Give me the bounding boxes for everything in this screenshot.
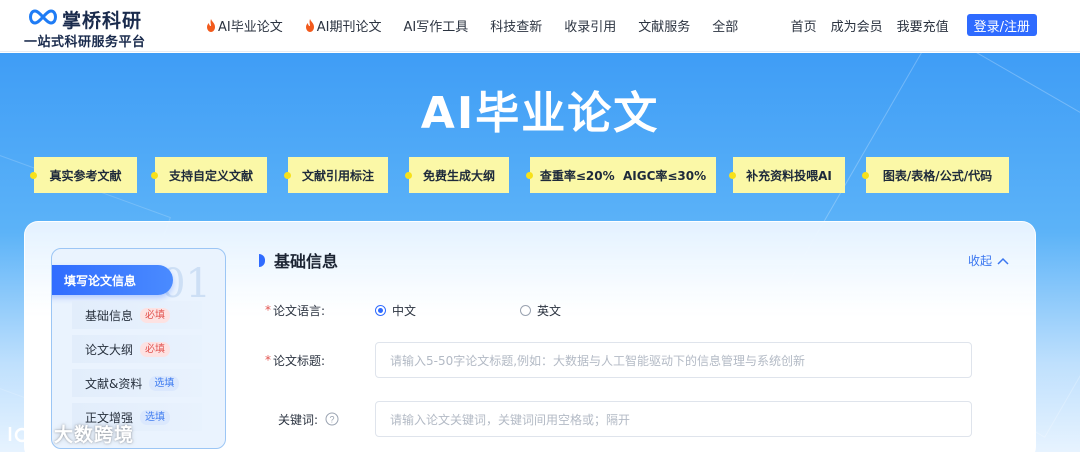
nav-label: AI期刊论文: [316, 19, 382, 35]
required-badge: 必填: [140, 307, 171, 323]
feature-tag: 图表/表格/公式/代码: [862, 157, 1009, 193]
hero-title: AI毕业论文: [420, 88, 660, 139]
bullet-dot-icon: [151, 172, 158, 179]
radio-unchecked-icon: [520, 304, 532, 316]
sidebar-item-references[interactable]: 文献&资料 选填: [72, 369, 202, 397]
top-navigation-bar: 掌桥科研 一站式科研服务平台 AI毕业论文 AI期刊论文 AI写作工具 科技查新…: [0, 0, 1080, 52]
bullet-dot-icon: [30, 172, 37, 179]
feature-tag: 真实参考文献: [30, 157, 137, 193]
bullet-dot-icon: [405, 172, 412, 179]
section-marker-icon: [259, 253, 265, 267]
infinity-logo-icon: [29, 9, 57, 25]
keywords-input[interactable]: 请输入论文关键词，关键词间用空格或；隔开: [375, 401, 972, 437]
title-row: * 论文标题: 请输入5-50字论文标题,例如：大数据与人工智能驱动下的信息管理…: [265, 342, 972, 378]
sidebar-item-outline[interactable]: 论文大纲 必填: [72, 335, 202, 363]
brand-name: 掌桥科研: [62, 10, 143, 32]
fire-icon: [305, 18, 314, 32]
main-nav: AI毕业论文 AI期刊论文 AI写作工具 科技查新 收录引用 文献服务 全部: [206, 14, 760, 36]
feature-tag: 文献引用标注: [284, 157, 388, 193]
bullet-dot-icon: [526, 172, 533, 179]
nav-item-all[interactable]: 全部: [712, 16, 738, 35]
language-option-chinese[interactable]: 中文: [375, 302, 416, 319]
nav-item-ai-thesis[interactable]: AI毕业论文: [206, 16, 283, 35]
brand-slogan: 一站式科研服务平台: [24, 35, 146, 50]
optional-badge: 选填: [140, 409, 171, 425]
login-register-button[interactable]: 登录/注册: [966, 14, 1037, 36]
chevron-up-icon: [997, 257, 1009, 265]
section-header: 基础信息: [259, 248, 338, 272]
feature-tag: 免费生成大纲: [405, 157, 509, 193]
title-label: * 论文标题:: [265, 353, 326, 368]
language-label: * 论文语言:: [265, 303, 326, 318]
language-row: * 论文语言: 中文 英文: [265, 292, 665, 328]
thesis-form-card: 01 填写论文信息 基础信息 必填 论文大纲 必填 文献&资料 选填 正文增强 …: [24, 221, 1036, 452]
hero-banner: AI毕业论文 真实参考文献 支持自定义文献 文献引用标注 免费生成大纲 查重率≤…: [0, 53, 1080, 452]
step-sidebar: 01 填写论文信息 基础信息 必填 论文大纲 必填 文献&资料 选填 正文增强 …: [51, 248, 226, 449]
required-star: *: [265, 353, 271, 367]
watermark-text: 大数跨境: [54, 424, 135, 446]
bullet-dot-icon: [729, 172, 736, 179]
watermark-logo-icon: [8, 425, 42, 442]
become-member-link[interactable]: 成为会员: [831, 16, 883, 35]
feature-tag: 查重率≤20% AIGC率≤30%: [526, 157, 716, 193]
feature-tag: 补充资料投喂AI: [729, 157, 845, 193]
language-option-english[interactable]: 英文: [520, 302, 561, 319]
optional-badge: 选填: [149, 375, 180, 391]
nav-item-citation[interactable]: 收录引用: [564, 16, 616, 35]
user-nav: 首页 成为会员 我要充值 登录/注册: [791, 13, 1080, 37]
required-badge: 必填: [140, 341, 171, 357]
watermark: 大数跨境: [6, 420, 134, 447]
bullet-dot-icon: [284, 172, 291, 179]
home-link[interactable]: 首页: [791, 16, 817, 35]
brand-logo[interactable]: 掌桥科研 一站式科研服务平台: [24, 4, 174, 50]
required-star: *: [265, 303, 271, 317]
recharge-link[interactable]: 我要充值: [897, 16, 949, 35]
section-title: 基础信息: [274, 252, 339, 271]
nav-item-ai-journal[interactable]: AI期刊论文: [305, 16, 382, 35]
nav-item-ai-tools[interactable]: AI写作工具: [403, 16, 468, 35]
keywords-label: 关键词: ?: [265, 411, 375, 428]
sidebar-item-basic-info[interactable]: 基础信息 必填: [72, 301, 202, 329]
svg-text:?: ?: [330, 415, 335, 425]
step-header: 填写论文信息: [52, 265, 173, 295]
nav-item-literature[interactable]: 文献服务: [638, 16, 690, 35]
nav-label: AI毕业论文: [218, 19, 283, 35]
collapse-button[interactable]: 收起: [968, 252, 1009, 269]
feature-tag: 支持自定义文献: [151, 157, 267, 193]
nav-item-novelty-search[interactable]: 科技查新: [490, 16, 542, 35]
keywords-row: 关键词: ? 请输入论文关键词，关键词间用空格或；隔开: [265, 401, 972, 437]
thesis-title-input[interactable]: 请输入5-50字论文标题,例如：大数据与人工智能驱动下的信息管理与系统创新: [375, 342, 972, 378]
radio-checked-icon: [375, 304, 386, 316]
help-question-icon[interactable]: ?: [325, 412, 339, 426]
bullet-dot-icon: [862, 172, 869, 179]
fire-icon: [207, 18, 215, 32]
